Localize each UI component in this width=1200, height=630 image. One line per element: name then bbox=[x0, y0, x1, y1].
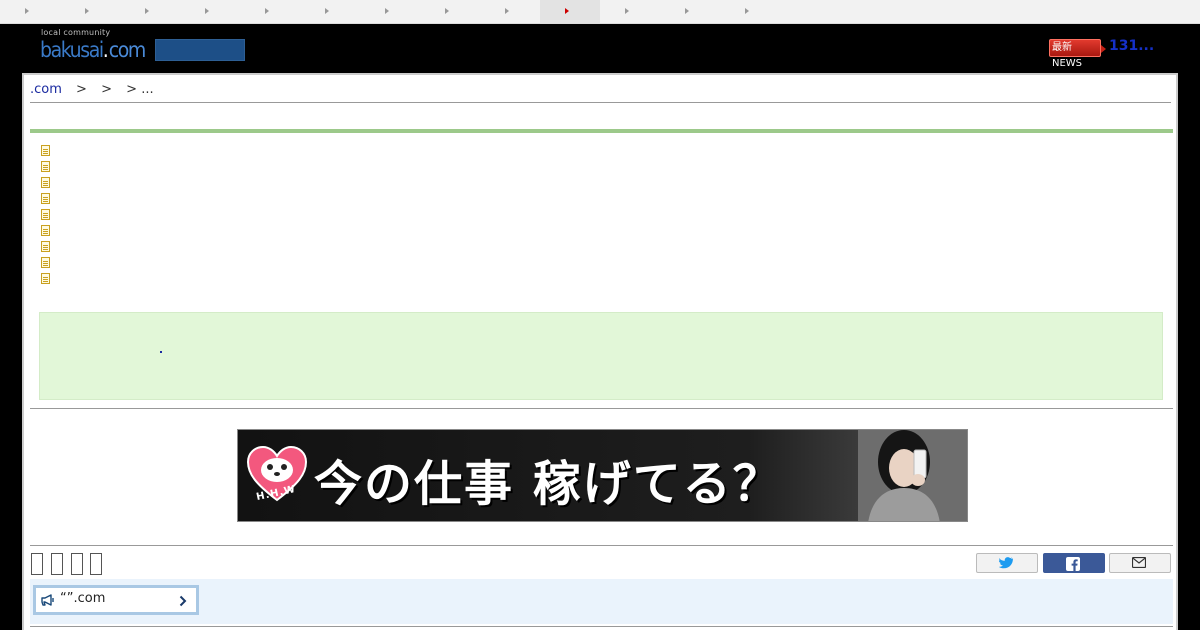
divider bbox=[30, 408, 1173, 409]
toolbar-box[interactable] bbox=[31, 553, 43, 575]
logo-tagline: local community bbox=[41, 28, 111, 37]
banner-headline: 今の仕事 稼げてる？ bbox=[314, 456, 783, 512]
nav-arrow-icon bbox=[505, 8, 509, 14]
nav-arrow-icon bbox=[385, 8, 389, 14]
breadcrumb-separator: > bbox=[101, 82, 112, 97]
document-icon[interactable] bbox=[41, 145, 50, 156]
nav-tab[interactable] bbox=[120, 0, 180, 23]
thread-list bbox=[41, 145, 50, 289]
breadcrumb-separator: > bbox=[76, 82, 87, 97]
nav-tab-active[interactable] bbox=[540, 0, 600, 23]
nav-arrow-icon bbox=[325, 8, 329, 14]
toolbar-box[interactable] bbox=[90, 553, 102, 575]
logo-wordmark: bakusai.com bbox=[40, 38, 147, 62]
ad-banner[interactable]: H.H.W 今の仕事 稼げてる？ bbox=[237, 429, 968, 522]
nav-tab[interactable] bbox=[360, 0, 420, 23]
nav-arrow-icon bbox=[25, 8, 29, 14]
twitter-share-button[interactable] bbox=[976, 553, 1038, 573]
logo-suffix: com bbox=[108, 38, 147, 62]
megaphone-icon bbox=[41, 594, 54, 606]
nav-tab[interactable] bbox=[300, 0, 360, 23]
nav-tab[interactable] bbox=[720, 0, 780, 23]
news-badge[interactable]: 最新NEWS bbox=[1049, 39, 1106, 69]
nav-tab[interactable] bbox=[240, 0, 300, 23]
info-link-dot[interactable] bbox=[160, 351, 162, 353]
mail-share-button[interactable] bbox=[1109, 553, 1171, 573]
divider bbox=[30, 102, 1171, 103]
notice-link[interactable]: “”.com bbox=[33, 585, 199, 615]
document-icon[interactable] bbox=[41, 193, 50, 204]
section-header-bar bbox=[30, 129, 1173, 133]
divider bbox=[30, 545, 1173, 546]
nav-arrow-icon bbox=[145, 8, 149, 14]
document-icon[interactable] bbox=[41, 241, 50, 252]
document-icon[interactable] bbox=[41, 209, 50, 220]
breadcrumb: .com > > > ... bbox=[30, 82, 154, 97]
nav-tab[interactable] bbox=[180, 0, 240, 23]
nav-tab[interactable] bbox=[660, 0, 720, 23]
nav-arrow-icon bbox=[85, 8, 89, 14]
document-icon[interactable] bbox=[41, 257, 50, 268]
breadcrumb-home[interactable]: .com bbox=[30, 82, 62, 97]
person-image bbox=[858, 430, 967, 521]
toolbar-box[interactable] bbox=[71, 553, 83, 575]
nav-arrow-icon bbox=[205, 8, 209, 14]
nav-tab[interactable] bbox=[0, 0, 60, 23]
breadcrumb-tail: ... bbox=[141, 82, 154, 97]
logo-text: bakusai bbox=[40, 38, 104, 62]
info-box bbox=[39, 312, 1163, 400]
area-select-box[interactable] bbox=[155, 39, 245, 61]
nav-arrow-icon bbox=[265, 8, 269, 14]
document-icon[interactable] bbox=[41, 161, 50, 172]
nav-tab[interactable] bbox=[60, 0, 120, 23]
nav-arrow-icon bbox=[625, 8, 629, 14]
facebook-share-button[interactable] bbox=[1043, 553, 1105, 573]
nav-arrow-icon bbox=[565, 8, 569, 14]
main-content: .com > > > ... H.H.W 今の仕事 稼げてる？ “”.com bbox=[22, 73, 1178, 630]
nav-arrow-icon bbox=[745, 8, 749, 14]
facebook-icon bbox=[1066, 557, 1080, 571]
news-count[interactable]: 131... bbox=[1109, 38, 1154, 54]
nav-tab[interactable] bbox=[480, 0, 540, 23]
document-icon[interactable] bbox=[41, 273, 50, 284]
chevron-right-icon bbox=[179, 595, 187, 607]
notice-bar: “”.com bbox=[30, 579, 1173, 624]
document-icon[interactable] bbox=[41, 177, 50, 188]
nav-tab[interactable] bbox=[420, 0, 480, 23]
nav-arrow-icon bbox=[445, 8, 449, 14]
site-logo[interactable]: local community bakusai.com bbox=[40, 28, 155, 64]
nav-tab[interactable] bbox=[600, 0, 660, 23]
document-icon[interactable] bbox=[41, 225, 50, 236]
divider bbox=[30, 626, 1173, 627]
top-nav bbox=[0, 0, 1200, 24]
toolbar-box[interactable] bbox=[51, 553, 63, 575]
twitter-icon bbox=[999, 557, 1013, 569]
nav-arrow-icon bbox=[685, 8, 689, 14]
mail-icon bbox=[1132, 557, 1146, 568]
breadcrumb-separator: > bbox=[126, 82, 138, 97]
notice-label: “”.com bbox=[60, 591, 106, 606]
